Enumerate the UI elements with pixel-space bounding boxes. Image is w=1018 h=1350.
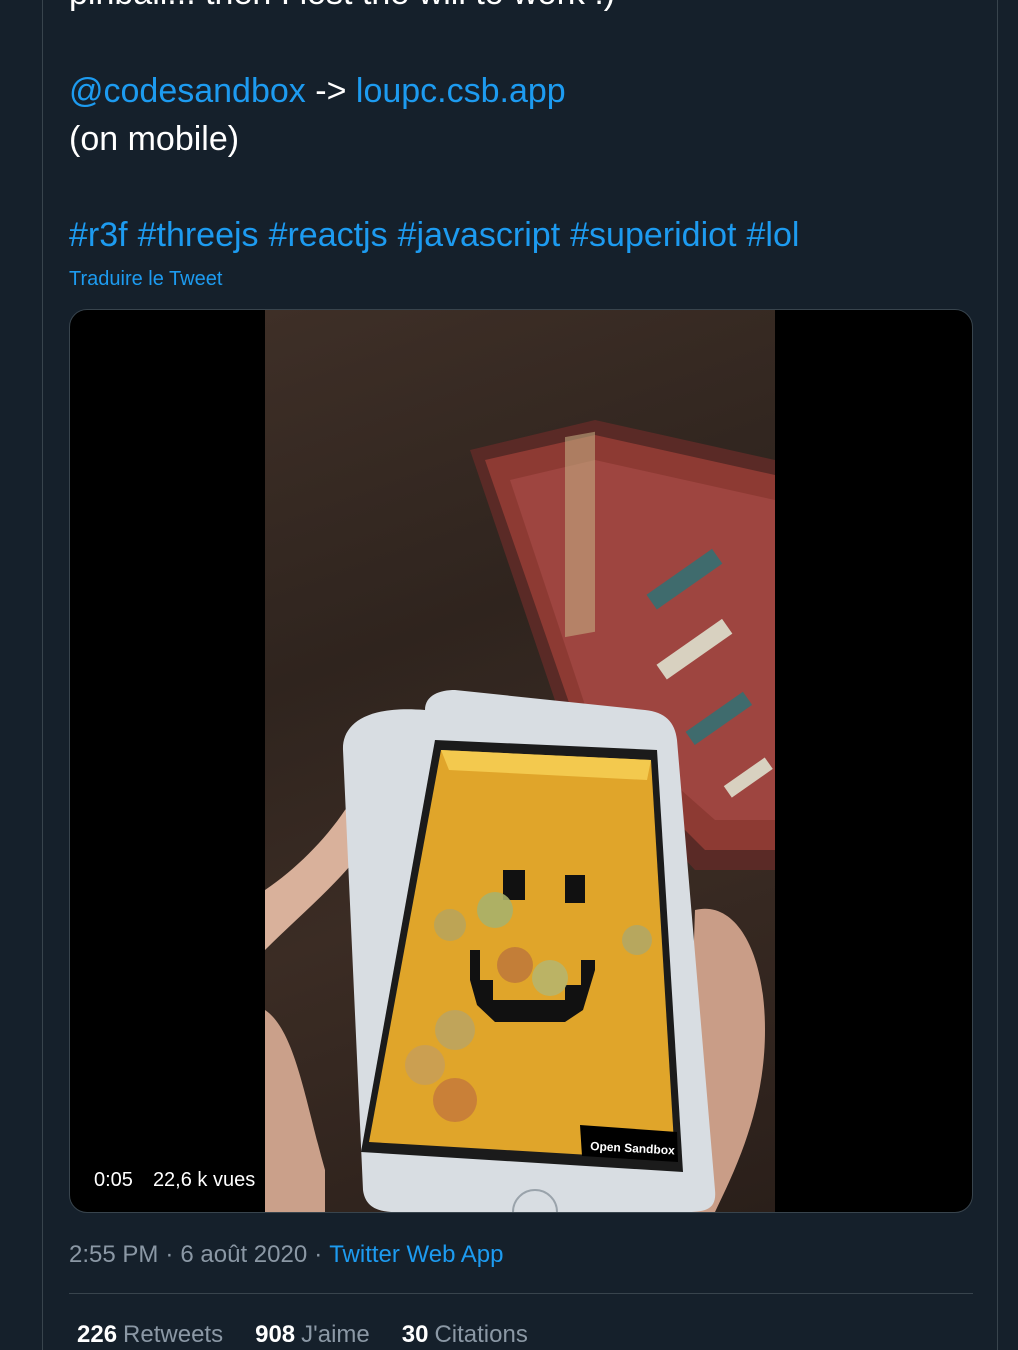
hashtag-link[interactable]: #threejs — [138, 216, 259, 254]
meta-separator: · — [165, 1241, 174, 1268]
tweet-text-clipped: pinball... then I lost the will to work … — [69, 0, 615, 13]
video-view-count: 22,6 k vues — [152, 1168, 256, 1191]
timeline-column: pinball... then I lost the will to work … — [42, 0, 998, 1350]
video-still-image: Open Sandbox — [265, 420, 775, 1212]
retweets-stat[interactable]: 226 Retweets — [77, 1320, 223, 1350]
tweet-time[interactable]: 2:55 PM — [69, 1241, 158, 1268]
quotes-stat[interactable]: 30 Citations — [402, 1320, 528, 1350]
tweet-metadata: 2:55 PM · 6 août 2020 · Twitter Web App — [69, 1240, 504, 1270]
divider — [69, 1293, 973, 1294]
retweets-count: 226 — [77, 1321, 118, 1348]
hashtag-link[interactable]: #superidiot — [570, 216, 736, 254]
video-time-views-badge: 0:05 22,6 k vues — [82, 1164, 266, 1196]
quotes-count: 30 — [401, 1321, 429, 1348]
video-player[interactable]: Open Sandbox 0:05 22,6 k vues — [69, 309, 973, 1213]
source-app-link[interactable]: Twitter Web App — [329, 1241, 503, 1268]
translate-tweet-link[interactable]: Traduire le Tweet — [69, 266, 222, 292]
arrow-text: -> — [315, 72, 347, 110]
tweet-stats: 226 Retweets 908 J'aime 30 Citations — [77, 1320, 560, 1350]
hashtag-list: #r3f #threejs #reactjs #javascript #superidi… — [69, 215, 809, 255]
tweet-date[interactable]: 6 août 2020 — [180, 1241, 307, 1268]
hashtag-link[interactable]: #javascript — [398, 216, 561, 254]
likes-count: 908 — [255, 1321, 296, 1348]
phone-shape: Open Sandbox — [342, 690, 716, 1212]
likes-label: J'aime — [301, 1321, 370, 1348]
mention-link[interactable]: @codesandbox — [69, 72, 306, 110]
retweets-label: Retweets — [123, 1321, 224, 1348]
hashtag-link[interactable]: #reactjs — [269, 216, 388, 254]
hashtag-link[interactable]: #lol — [746, 216, 799, 254]
likes-stat[interactable]: 908 J'aime — [255, 1320, 370, 1350]
video-duration: 0:05 — [94, 1168, 133, 1191]
quotes-label: Citations — [434, 1321, 528, 1348]
hashtag-link[interactable]: #r3f — [69, 216, 128, 254]
sandbox-url-link[interactable]: loupc.csb.app — [356, 72, 566, 110]
mobile-note: (on mobile) — [69, 120, 240, 158]
video-frame[interactable]: Open Sandbox — [265, 310, 775, 1212]
tweet-text-links: @codesandbox -> loupc.csb.app — [69, 71, 566, 111]
meta-separator: · — [314, 1241, 323, 1268]
